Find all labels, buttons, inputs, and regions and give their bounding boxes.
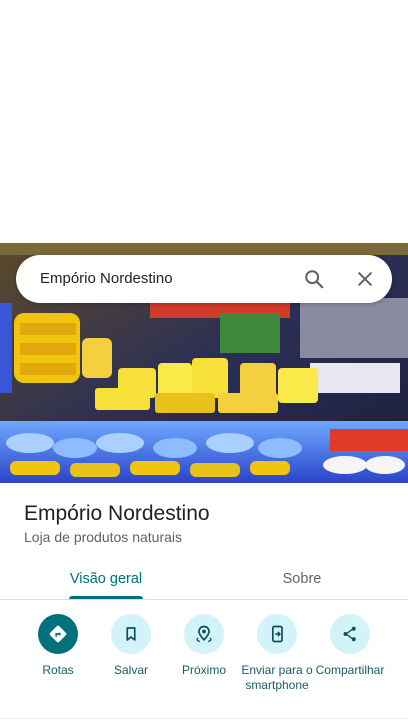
send-to-phone-button[interactable]: Enviar para o smartphone [237,614,317,693]
save-label: Salvar [113,663,148,677]
share-button[interactable]: Compartilhar [310,614,390,678]
search-bar[interactable]: Empório Nordestino [16,255,392,303]
place-title: Empório Nordestino [24,502,210,525]
nearby-icon [184,614,224,654]
share-label: Compartilhar [315,663,385,677]
directions-label: Rotas [42,663,74,677]
tab-overview[interactable]: Visão geral [44,558,168,600]
nearby-label: Próximo [181,663,226,677]
tab-selected-indicator [69,596,143,599]
directions-icon [38,614,78,654]
save-button[interactable]: Salvar [91,614,171,678]
share-icon [330,614,370,654]
tab-bar: Visão geral Sobre [0,558,408,600]
search-input[interactable]: Empório Nordestino [40,270,173,287]
nearby-button[interactable]: Próximo [164,614,244,678]
place-details-page: Empório Nordestino Empório Nordestino Lo… [0,0,408,726]
close-icon[interactable] [353,267,377,291]
map-area[interactable] [0,0,408,243]
action-row: Rotas Salvar Próximo Enviar para o smart… [0,614,408,714]
send-to-phone-label: Enviar para o smartphone [241,663,313,692]
tab-about[interactable]: Sobre [240,558,364,600]
directions-button[interactable]: Rotas [18,614,98,678]
search-icon[interactable] [302,267,326,291]
send-to-phone-icon [257,614,297,654]
divider [0,718,408,719]
place-category[interactable]: Loja de produtos naturais [24,529,182,545]
bookmark-icon [111,614,151,654]
